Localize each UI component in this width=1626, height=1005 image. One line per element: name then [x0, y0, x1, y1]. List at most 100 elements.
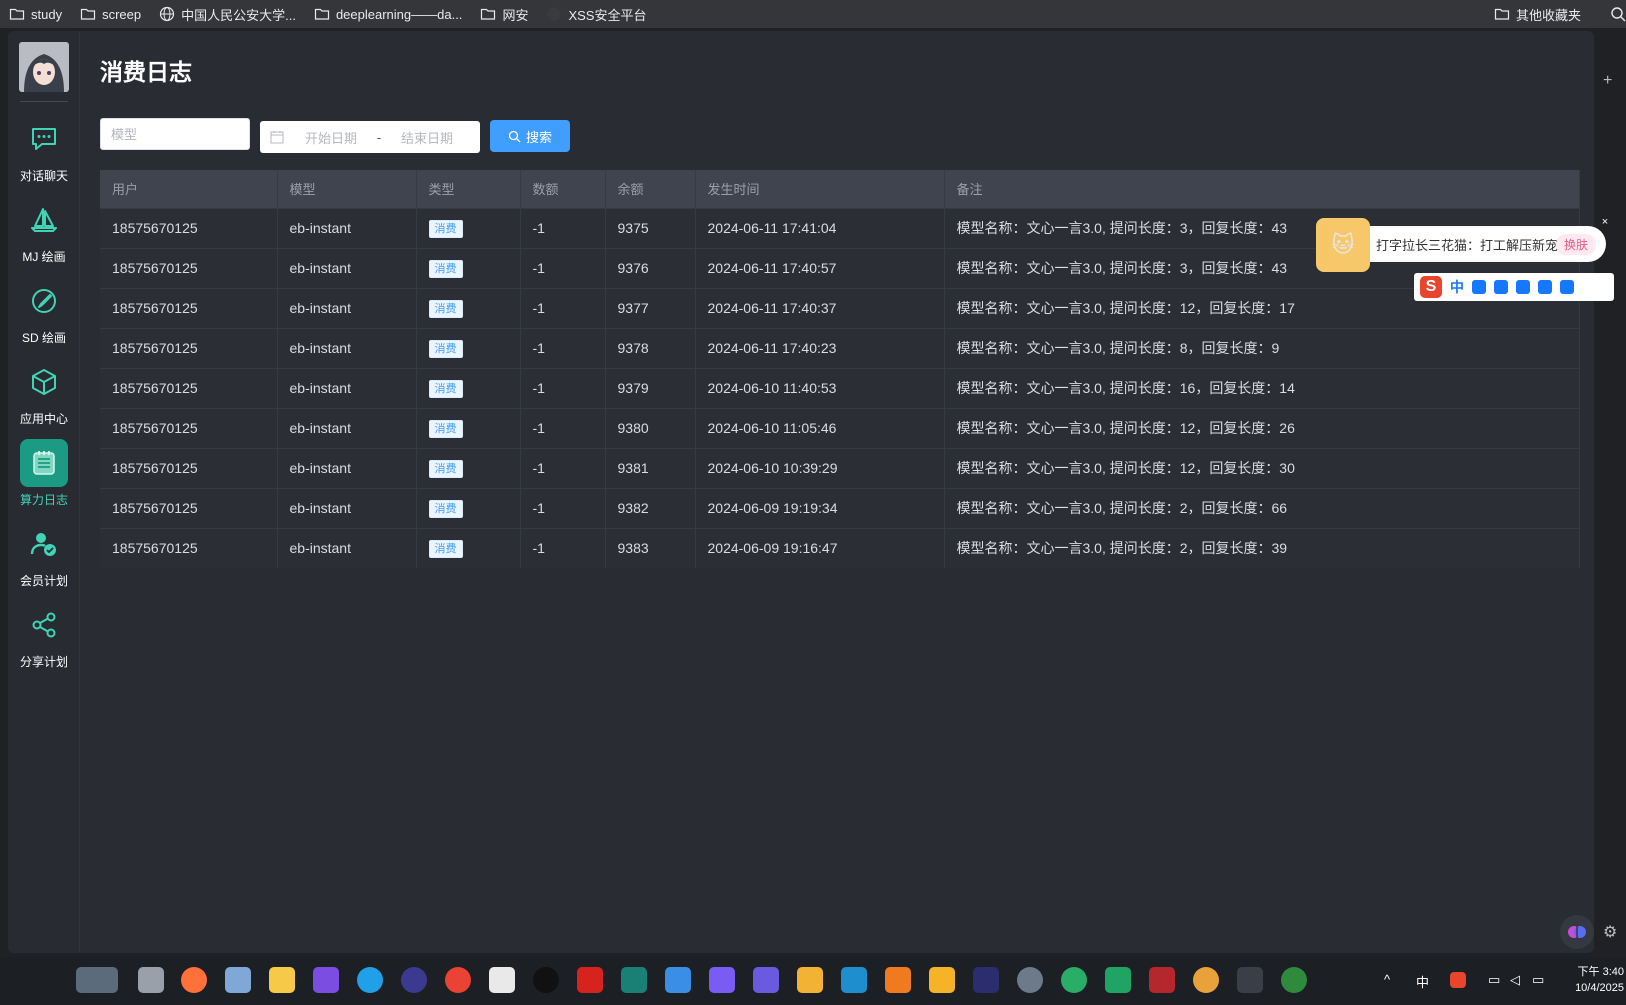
sidebar-item-power-log[interactable]: 算力日志	[8, 439, 80, 513]
app-icon[interactable]	[533, 967, 559, 993]
sidebar-item-membership[interactable]: 会员计划	[8, 520, 80, 594]
table-row: 18575670125 eb-instant 消费 -1 9380 2024-0…	[100, 407, 1580, 448]
clock-date: 10/4/2025	[1575, 982, 1624, 994]
bookmark-study[interactable]: study	[0, 0, 71, 28]
cell-type: 消费	[416, 527, 521, 568]
app-icon[interactable]	[753, 967, 779, 993]
sidebar-item-share[interactable]: 分享计划	[8, 601, 80, 675]
app-icon[interactable]	[1105, 967, 1131, 993]
sidebar-item-sd-draw[interactable]: SD 绘画	[8, 277, 80, 351]
gear-icon[interactable]: ⚙	[1603, 925, 1617, 941]
end-date-field[interactable]: 结束日期	[390, 128, 464, 147]
search-tool-icon[interactable]	[885, 967, 911, 993]
folder-icon	[80, 8, 96, 20]
app-icon[interactable]	[1193, 967, 1219, 993]
bookmark-university[interactable]: 中国人民公安大学...	[150, 0, 305, 28]
globe-icon	[160, 6, 175, 22]
winrar-icon[interactable]	[1149, 967, 1175, 993]
app-icon[interactable]	[1281, 967, 1307, 993]
skin-icon[interactable]	[1538, 280, 1552, 294]
punctuation-icon[interactable]	[1472, 280, 1486, 294]
sidebar: 对话聊天 MJ 绘画 SD 绘画 应用中心 算力日志 会员计划 分享计划	[8, 31, 80, 953]
cell-type: 消费	[416, 327, 521, 368]
type-tag: 消费	[428, 299, 463, 318]
avatar[interactable]	[19, 42, 69, 92]
sidebar-item-app-center[interactable]: 应用中心	[8, 358, 80, 432]
bookmark-xss[interactable]: XSS安全平台	[537, 0, 655, 28]
column-header-balance: 余额	[605, 170, 696, 208]
clock-time: 下午 3:40	[1577, 966, 1624, 978]
floating-assistant-button[interactable]	[1560, 915, 1594, 949]
app-icon[interactable]	[973, 967, 999, 993]
terminal-icon[interactable]	[1237, 967, 1263, 993]
ime-toolbar: S 中	[1414, 273, 1614, 301]
system-clock[interactable]: 下午 3:40 10/4/2025	[1575, 964, 1624, 996]
model-filter-input[interactable]	[100, 118, 250, 150]
type-tag: 消费	[428, 499, 463, 518]
cell-balance: 9381	[605, 447, 696, 488]
app-icon[interactable]	[929, 967, 955, 993]
cell-time: 2024-06-09 19:16:47	[695, 527, 945, 568]
column-header-type: 类型	[416, 170, 521, 208]
sogou-tray-icon[interactable]	[1450, 972, 1466, 988]
bookmark-deeplearning[interactable]: deeplearning——da...	[305, 0, 471, 28]
date-range-picker[interactable]: 开始日期 - 结束日期	[260, 121, 480, 153]
close-icon[interactable]: ×	[1599, 216, 1611, 228]
firefox-icon[interactable]	[181, 967, 207, 993]
sidebar-item-chat[interactable]: 对话聊天	[8, 115, 80, 189]
task-view-icon[interactable]	[138, 967, 164, 993]
wps-icon[interactable]	[577, 967, 603, 993]
photos-icon[interactable]	[225, 967, 251, 993]
cell-model: eb-instant	[277, 247, 417, 288]
sidebar-item-label: 算力日志	[19, 493, 68, 507]
cell-balance: 9378	[605, 327, 696, 368]
cell-model: eb-instant	[277, 407, 417, 448]
file-explorer-icon[interactable]	[269, 967, 295, 993]
search-icon[interactable]	[1610, 6, 1626, 22]
settings-icon[interactable]	[1017, 967, 1043, 993]
plus-icon[interactable]: +	[1603, 73, 1617, 89]
app-icon[interactable]	[797, 967, 823, 993]
sidebar-item-label: 对话聊天	[19, 169, 68, 183]
microphone-icon[interactable]	[1494, 280, 1508, 294]
start-date-field[interactable]: 开始日期	[294, 128, 368, 147]
app-icon[interactable]	[621, 967, 647, 993]
cell-type: 消费	[416, 447, 521, 488]
table-row: 18575670125 eb-instant 消费 -1 9383 2024-0…	[100, 527, 1580, 568]
snipping-tool-icon[interactable]	[489, 967, 515, 993]
ime-mode-indicator[interactable]: 中	[1450, 277, 1464, 297]
wechat-icon[interactable]	[1061, 967, 1087, 993]
cell-type: 消费	[416, 367, 521, 408]
chevron-up-icon[interactable]: ^	[1384, 972, 1390, 987]
network-icon[interactable]: ▭	[1488, 972, 1500, 988]
bookmark-wangan[interactable]: 网安	[471, 0, 537, 28]
edge-icon[interactable]	[357, 967, 383, 993]
volume-icon[interactable]: ◁	[1510, 972, 1520, 988]
cell-time: 2024-06-11 17:41:04	[695, 207, 945, 248]
cell-time: 2024-06-11 17:40:23	[695, 327, 945, 368]
cell-amount: -1	[520, 367, 606, 408]
cell-user: 18575670125	[100, 287, 278, 328]
type-tag: 消费	[428, 339, 463, 358]
sidebar-item-mj-draw[interactable]: MJ 绘画	[8, 196, 80, 270]
cell-type: 消费	[416, 207, 521, 248]
cell-user: 18575670125	[100, 207, 278, 248]
sogou-logo-icon[interactable]: S	[1420, 276, 1442, 298]
search-button[interactable]: 搜索	[490, 120, 570, 152]
bookmark-other-favorites[interactable]: 其他收藏夹	[1485, 0, 1590, 28]
notepad-icon[interactable]	[665, 967, 691, 993]
widgets-icon[interactable]	[76, 967, 118, 993]
obsidian-icon[interactable]	[709, 967, 735, 993]
sidebar-item-label: 会员计划	[19, 574, 68, 588]
battery-icon[interactable]: ▭	[1532, 972, 1544, 988]
app-icon[interactable]	[841, 967, 867, 993]
bookmark-screep[interactable]: screep	[71, 0, 150, 28]
app-icon[interactable]	[313, 967, 339, 993]
chrome-icon[interactable]	[445, 967, 471, 993]
ime-skin-switch-button[interactable]: 换肤	[1555, 234, 1596, 255]
keyboard-icon[interactable]	[1516, 280, 1530, 294]
toolbox-icon[interactable]	[1560, 280, 1574, 294]
eclipse-icon[interactable]	[401, 967, 427, 993]
input-mode-indicator[interactable]: 中	[1416, 972, 1429, 991]
cell-balance: 9375	[605, 207, 696, 248]
